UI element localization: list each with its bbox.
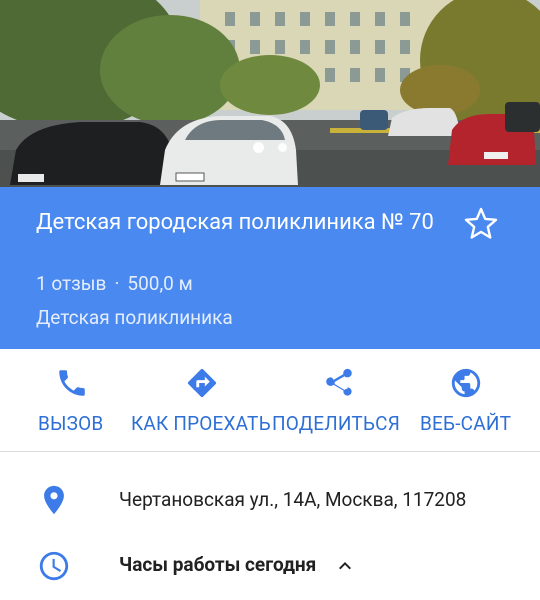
call-label: ВЫЗОВ bbox=[38, 412, 104, 435]
address-text: Чертановская ул., 14А, Москва, 117208 bbox=[119, 488, 467, 511]
photo-pager-dot[interactable] bbox=[278, 143, 287, 152]
distance-text: 500,0 м bbox=[127, 272, 193, 295]
reviews-link[interactable]: 1 отзыв bbox=[36, 272, 106, 295]
star-icon bbox=[464, 207, 498, 239]
directions-icon bbox=[187, 368, 217, 398]
phone-icon bbox=[59, 370, 85, 396]
call-button[interactable]: ВЫЗОВ bbox=[30, 349, 120, 452]
website-button[interactable]: ВЕБ-САЙТ bbox=[414, 349, 524, 452]
place-photo-image bbox=[0, 0, 540, 187]
place-photo[interactable] bbox=[0, 0, 540, 187]
photo-pager[interactable] bbox=[253, 142, 287, 153]
share-button[interactable]: ПОДЕЛИТЬСЯ bbox=[272, 349, 404, 452]
action-bar: ВЫЗОВ КАК ПРОЕХАТЬ ПОДЕЛИТЬСЯ ВЕБ-САЙТ bbox=[0, 349, 540, 452]
place-header: Детская городская поликлиника № 70 1 отз… bbox=[0, 187, 540, 349]
hours-toggle[interactable]: Часы работы сегодня bbox=[119, 553, 357, 578]
share-label: ПОДЕЛИТЬСЯ bbox=[272, 412, 401, 435]
address-row[interactable]: Чертановская ул., 14А, Москва, 117208 bbox=[0, 470, 540, 530]
website-label: ВЕБ-САЙТ bbox=[420, 412, 512, 435]
clock-icon bbox=[39, 551, 69, 581]
hours-label: Часы работы сегодня bbox=[119, 553, 317, 576]
share-icon bbox=[326, 368, 352, 396]
location-pin-icon bbox=[44, 485, 64, 515]
place-category: Детская поликлиника bbox=[36, 306, 233, 329]
photo-pager-dot-active[interactable] bbox=[253, 142, 264, 153]
directions-button[interactable]: КАК ПРОЕХАТЬ bbox=[130, 349, 272, 452]
place-meta: 1 отзыв · 500,0 м bbox=[36, 272, 193, 295]
save-star-button[interactable] bbox=[463, 206, 499, 242]
chevron-up-icon bbox=[339, 561, 352, 570]
globe-icon bbox=[451, 368, 481, 398]
place-title: Детская городская поликлиника № 70 bbox=[36, 210, 434, 235]
meta-separator: · bbox=[114, 272, 120, 295]
hours-row[interactable]: Часы работы сегодня bbox=[0, 535, 540, 595]
directions-label: КАК ПРОЕХАТЬ bbox=[131, 412, 271, 435]
